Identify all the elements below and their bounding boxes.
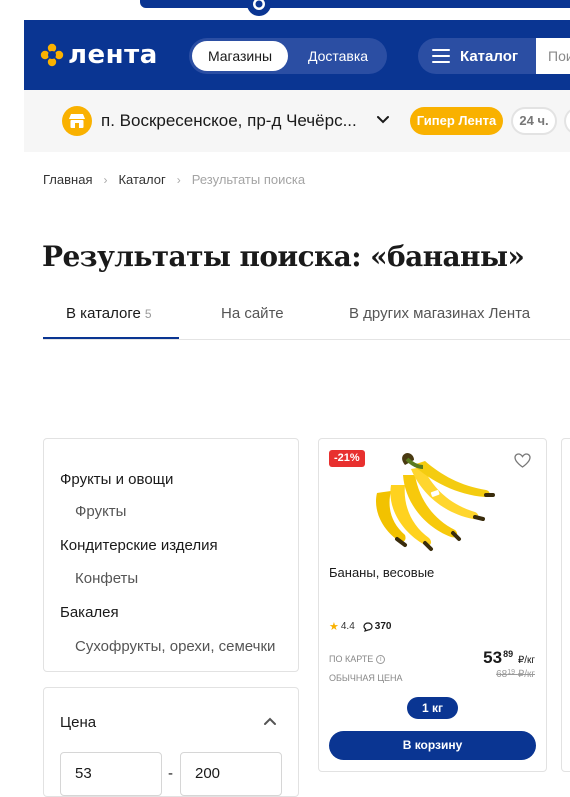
subcategory-fruits[interactable]: Фрукты xyxy=(75,503,126,520)
logo-text: лента xyxy=(68,40,158,70)
price-max-input[interactable]: 200 xyxy=(180,752,282,796)
top-strip-bar xyxy=(140,0,570,8)
price-min-input[interactable]: 53 xyxy=(60,752,162,796)
flower-logo-icon xyxy=(40,43,64,67)
rating-value: 4.4 xyxy=(340,621,355,632)
comment-icon xyxy=(363,621,373,632)
product-rating: ★ 4.4 370 xyxy=(329,620,391,633)
card-price-unit: ₽/кг xyxy=(517,655,535,666)
price-filter-title: Цена xyxy=(60,714,97,731)
store-extra-badge xyxy=(564,107,570,135)
site-header: лента Магазины Доставка Каталог Пои xyxy=(24,20,570,90)
regular-price-label: ОБЫЧНАЯ ЦЕНА xyxy=(329,673,403,683)
mode-switch: Магазины Доставка xyxy=(189,38,387,74)
card-price-label: ПО КАРТЕ i xyxy=(329,654,386,664)
card-price-rub: 53 xyxy=(483,648,503,667)
logo[interactable]: лента xyxy=(40,41,158,69)
regular-price-kop: 19 xyxy=(507,669,516,676)
breadcrumb-home[interactable]: Главная xyxy=(43,172,92,187)
results-tabs: В каталоге 5 На сайте В других магазинах … xyxy=(43,300,570,340)
chevron-up-icon[interactable] xyxy=(263,716,277,726)
category-confectionery[interactable]: Кондитерские изделия xyxy=(60,537,218,554)
tab-stores[interactable]: Магазины xyxy=(192,41,288,71)
category-fruits-vegetables[interactable]: Фрукты и овощи xyxy=(60,471,173,488)
catalog-label: Каталог xyxy=(460,47,519,65)
price-filter: Цена 53 - 200 xyxy=(43,687,299,797)
page-title: Результаты поиска: «бананы» xyxy=(42,240,525,273)
add-to-cart-button[interactable]: В корзину xyxy=(329,731,536,760)
tab-catalog-count: 5 xyxy=(144,307,152,321)
reviews[interactable]: 370 xyxy=(363,621,392,632)
tab-delivery[interactable]: Доставка xyxy=(293,41,383,71)
store-format-badge: Гипер Лента xyxy=(410,107,503,135)
favorite-heart-icon[interactable] xyxy=(514,453,531,468)
top-strip xyxy=(0,0,570,20)
breadcrumb-current: Результаты поиска xyxy=(191,172,306,187)
breadcrumb-separator-icon: › xyxy=(103,172,108,187)
price-range-separator: - xyxy=(168,765,173,782)
info-icon[interactable]: i xyxy=(376,654,386,664)
discount-badge: -21% xyxy=(329,450,365,467)
card-price: 5389 ₽/кг xyxy=(483,648,535,668)
card-price-label-text: ПО КАРТЕ xyxy=(329,654,374,664)
store-icon xyxy=(62,106,92,136)
product-image[interactable] xyxy=(367,445,497,553)
product-name[interactable]: Бананы, весовые xyxy=(329,565,434,580)
breadcrumb: Главная › Каталог › Результаты поиска xyxy=(43,172,305,187)
breadcrumb-separator-icon: › xyxy=(176,172,181,187)
weight-selector[interactable]: 1 кг xyxy=(407,697,458,719)
catalog-button[interactable]: Каталог xyxy=(418,38,538,74)
regular-price: 6819 ₽/кг xyxy=(496,669,535,680)
tab-catalog-label: В каталоге xyxy=(66,305,141,322)
product-card[interactable]: -21% Бананы, весовые ★ 4.4 370 ПО КАРТЕ … xyxy=(318,438,547,772)
search-input[interactable]: Пои xyxy=(536,38,570,74)
reviews-count: 370 xyxy=(374,621,392,632)
star-icon: ★ xyxy=(329,621,339,633)
category-filter: Фрукты и овощи Фрукты Кондитерские издел… xyxy=(43,438,299,672)
tab-other-stores[interactable]: В других магазинах Лента xyxy=(349,305,530,322)
store-bar: п. Воскресенское, пр-д Чечёрс... Гипер Л… xyxy=(24,90,570,152)
location-pin-icon xyxy=(247,0,271,16)
regular-price-unit: ₽/кг xyxy=(517,669,535,680)
tab-catalog[interactable]: В каталоге 5 xyxy=(66,305,152,322)
chevron-down-icon[interactable] xyxy=(376,115,390,125)
store-address[interactable]: п. Воскресенское, пр-д Чечёрс... xyxy=(101,110,357,132)
regular-price-rub: 68 xyxy=(496,669,508,680)
active-tab-indicator xyxy=(43,337,179,339)
menu-icon xyxy=(432,49,450,63)
category-grocery[interactable]: Бакалея xyxy=(60,604,119,621)
subcategory-dried-fruits-nuts[interactable]: Сухофрукты, орехи, семечки xyxy=(75,638,275,655)
store-hours-badge: 24 ч. xyxy=(511,107,557,135)
subcategory-candies[interactable]: Конфеты xyxy=(75,570,138,587)
tab-site[interactable]: На сайте xyxy=(221,305,284,322)
card-price-kop: 89 xyxy=(503,649,514,659)
breadcrumb-catalog[interactable]: Каталог xyxy=(118,172,165,187)
next-product-card[interactable] xyxy=(561,438,570,772)
